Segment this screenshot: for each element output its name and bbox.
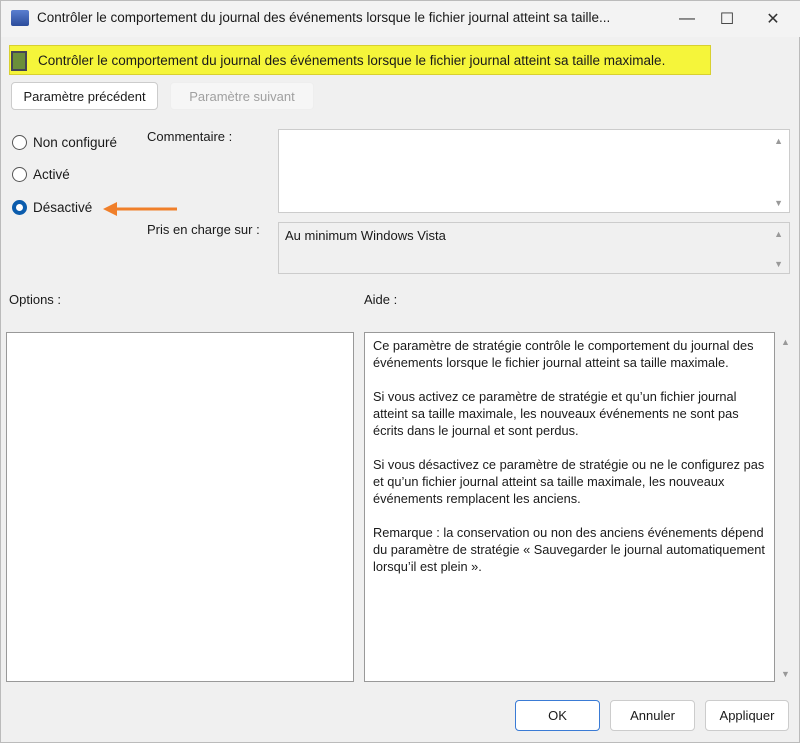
comment-label: Commentaire : <box>147 129 233 144</box>
help-paragraph: Remarque : la conservation ou non des an… <box>373 525 765 574</box>
policy-app-icon <box>11 10 29 26</box>
scroll-down-icon[interactable]: ▼ <box>774 198 783 208</box>
help-paragraph: Si vous activez ce paramètre de stratégi… <box>373 389 739 438</box>
radio-label: Désactivé <box>33 200 93 215</box>
radio-not-configured[interactable]: Non configuré <box>12 135 117 150</box>
scroll-up-icon[interactable]: ▲ <box>774 229 783 239</box>
radio-label: Activé <box>33 167 70 182</box>
comment-textarea[interactable]: ▲ ▼ <box>278 129 790 213</box>
apply-button[interactable]: Appliquer <box>705 700 789 731</box>
supported-on-value: Au minimum Windows Vista <box>285 228 446 243</box>
setting-title-banner: Contrôler le comportement du journal des… <box>9 45 711 75</box>
radio-circle[interactable] <box>12 167 27 182</box>
radio-circle[interactable] <box>12 135 27 150</box>
next-setting-button[interactable]: Paramètre suivant <box>170 82 314 110</box>
help-scroll-up-icon[interactable]: ▲ <box>781 337 790 347</box>
help-panel: Ce paramètre de stratégie contrôle le co… <box>364 332 775 682</box>
supported-on-label: Pris en charge sur : <box>147 222 260 237</box>
options-panel <box>6 332 354 682</box>
radio-enabled[interactable]: Activé <box>12 167 70 182</box>
help-scroll-down-icon[interactable]: ▼ <box>781 669 790 679</box>
scroll-down-icon[interactable]: ▼ <box>774 259 783 269</box>
radio-circle-selected[interactable] <box>12 200 27 215</box>
scroll-up-icon[interactable]: ▲ <box>774 136 783 146</box>
radio-label: Non configuré <box>33 135 118 150</box>
maximize-button[interactable]: ☐ <box>707 5 747 33</box>
radio-disabled[interactable]: Désactivé <box>12 200 92 215</box>
minimize-button[interactable]: — <box>667 5 707 33</box>
options-label: Options : <box>9 292 62 307</box>
close-button[interactable]: ✕ <box>753 5 793 33</box>
setting-icon <box>11 51 27 71</box>
previous-setting-button[interactable]: Paramètre précédent <box>11 82 158 110</box>
help-paragraph: Si vous désactivez ce paramètre de strat… <box>373 457 765 506</box>
ok-button[interactable]: OK <box>515 700 600 731</box>
cancel-button[interactable]: Annuler <box>610 700 695 731</box>
supported-on-field: Au minimum Windows Vista ▲ ▼ <box>278 222 790 274</box>
help-label: Aide : <box>364 292 398 307</box>
window-title: Contrôler le comportement du journal des… <box>37 10 611 25</box>
annotation-arrow-icon <box>103 202 177 216</box>
help-paragraph: Ce paramètre de stratégie contrôle le co… <box>373 338 754 370</box>
